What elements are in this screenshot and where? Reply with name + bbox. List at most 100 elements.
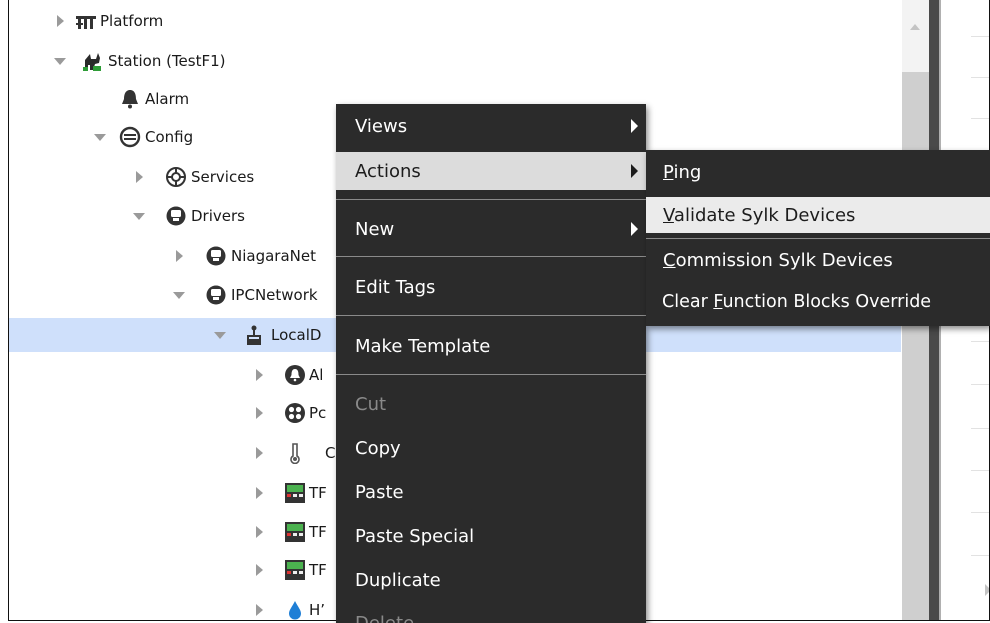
divider bbox=[971, 36, 989, 37]
context-menu: Views Actions New Edit Tags Make Templat… bbox=[336, 104, 646, 623]
divider bbox=[971, 341, 989, 342]
submenu-item-validate-sylk-devices[interactable]: Validate Sylk Devices bbox=[646, 197, 990, 233]
submenu-item-commission-sylk-devices[interactable]: Commission Sylk Devices bbox=[646, 242, 990, 278]
expand-arrow-icon[interactable] bbox=[254, 394, 264, 432]
device-icon bbox=[243, 324, 265, 346]
tree-item-label: Services bbox=[191, 168, 255, 186]
tree-item-label: TF bbox=[309, 561, 327, 579]
tree-item-label: Alarm bbox=[145, 90, 190, 108]
tree-item-label: Al bbox=[309, 366, 324, 384]
tree-item-label: IPCNetwork bbox=[231, 286, 318, 304]
menu-separator bbox=[646, 238, 990, 239]
alarm-circle-icon bbox=[284, 364, 306, 386]
driver-icon bbox=[165, 205, 187, 227]
expand-arrow-icon[interactable] bbox=[254, 434, 264, 472]
expand-arrow-icon[interactable] bbox=[134, 158, 144, 196]
driver-icon bbox=[205, 284, 227, 306]
submenu-arrow-icon bbox=[631, 119, 638, 133]
tree-item-label: TF bbox=[309, 484, 327, 502]
menu-item-label: Cut bbox=[355, 393, 387, 415]
expand-arrow-icon[interactable] bbox=[254, 356, 264, 394]
menu-item-label: Paste Special bbox=[355, 525, 475, 547]
platform-icon bbox=[75, 10, 97, 32]
collapse-arrow-icon[interactable] bbox=[214, 318, 226, 352]
menu-separator bbox=[336, 374, 646, 375]
menu-item-label: Views bbox=[355, 115, 408, 137]
label-suffix: alidate Sylk Devices bbox=[673, 204, 856, 226]
expand-arrow-icon[interactable] bbox=[55, 2, 65, 40]
expand-arrow-icon[interactable] bbox=[254, 474, 264, 512]
menu-item-label: New bbox=[355, 218, 395, 240]
menu-item-label: Copy bbox=[355, 437, 401, 459]
divider bbox=[971, 428, 989, 429]
divider bbox=[971, 77, 989, 78]
tree-item-label: Station (TestF1) bbox=[108, 52, 226, 70]
menu-separator bbox=[336, 256, 646, 257]
menu-item-actions[interactable]: Actions bbox=[336, 152, 646, 190]
submenu-arrow-icon bbox=[631, 164, 638, 178]
menu-item-edit-tags[interactable]: Edit Tags bbox=[336, 268, 646, 306]
submenu-item-label: Validate Sylk Devices bbox=[663, 205, 855, 226]
scroll-right-arrow-icon[interactable] bbox=[985, 584, 989, 596]
menu-item-views[interactable]: Views bbox=[336, 107, 646, 145]
water-drop-icon bbox=[284, 599, 306, 620]
tree-item-label: Drivers bbox=[191, 207, 245, 225]
bell-icon bbox=[119, 88, 141, 110]
submenu-item-ping[interactable]: Ping bbox=[646, 154, 990, 190]
collapse-arrow-icon[interactable] bbox=[173, 276, 185, 314]
tree-item-label: TF bbox=[309, 523, 327, 541]
menu-item-new[interactable]: New bbox=[336, 210, 646, 248]
gear-circle-icon bbox=[165, 166, 187, 188]
collapse-arrow-icon[interactable] bbox=[94, 118, 106, 156]
menu-item-label: Delete bbox=[355, 613, 414, 623]
menu-item-paste-special[interactable]: Paste Special bbox=[336, 517, 646, 555]
divider bbox=[971, 555, 989, 556]
expand-arrow-icon[interactable] bbox=[174, 237, 184, 275]
label-suffix: unction Blocks Override bbox=[722, 292, 932, 312]
mnemonic-char: P bbox=[663, 161, 674, 183]
expand-arrow-icon[interactable] bbox=[254, 591, 264, 620]
scroll-up-arrow-icon[interactable] bbox=[910, 24, 920, 30]
label-prefix: Clear bbox=[662, 292, 714, 312]
thermometer-icon bbox=[284, 442, 306, 465]
expand-arrow-icon[interactable] bbox=[254, 551, 264, 589]
menu-item-make-template[interactable]: Make Template bbox=[336, 327, 646, 365]
panel-icon bbox=[284, 521, 306, 543]
tree-item-label: LocalD bbox=[271, 326, 322, 344]
database-icon bbox=[119, 126, 141, 148]
tree-item-label: NiagaraNet bbox=[231, 247, 316, 265]
mnemonic-char: C bbox=[663, 249, 676, 271]
submenu-item-label: Clear Function Blocks Override bbox=[662, 292, 931, 312]
menu-item-label: Paste bbox=[355, 481, 404, 503]
divider bbox=[971, 384, 989, 385]
points-icon bbox=[284, 402, 306, 424]
collapse-arrow-icon[interactable] bbox=[133, 197, 145, 235]
station-icon bbox=[81, 50, 103, 72]
divider bbox=[971, 118, 989, 119]
menu-item-label: Edit Tags bbox=[355, 276, 436, 298]
submenu-item-label: Commission Sylk Devices bbox=[663, 250, 893, 271]
tree-item-label: H’ bbox=[309, 601, 326, 619]
collapse-arrow-icon[interactable] bbox=[54, 42, 66, 80]
menu-item-label: Make Template bbox=[355, 335, 491, 357]
menu-item-copy[interactable]: Copy bbox=[336, 429, 646, 467]
actions-submenu: Ping Validate Sylk Devices Commission Sy… bbox=[646, 150, 990, 326]
menu-item-duplicate[interactable]: Duplicate bbox=[336, 561, 646, 599]
tree-item-station[interactable]: Station (TestF1) bbox=[9, 42, 901, 80]
panel-icon bbox=[284, 559, 306, 581]
tree-item-label: Platform bbox=[100, 12, 164, 30]
label-suffix: ing bbox=[673, 161, 702, 183]
menu-item-cut[interactable]: Cut bbox=[336, 385, 646, 423]
label-suffix: ommission Sylk Devices bbox=[675, 249, 893, 271]
menu-item-delete[interactable]: Delete bbox=[336, 605, 646, 623]
tree-item-platform[interactable]: Platform bbox=[9, 2, 901, 40]
tree-item-label: Pc bbox=[309, 404, 327, 422]
menu-item-label: Actions bbox=[355, 160, 421, 182]
menu-item-label: Duplicate bbox=[355, 569, 441, 591]
expand-arrow-icon[interactable] bbox=[254, 513, 264, 551]
submenu-item-clear-function-blocks-override[interactable]: Clear Function Blocks Override bbox=[646, 284, 990, 320]
menu-item-paste[interactable]: Paste bbox=[336, 473, 646, 511]
panel-icon bbox=[284, 482, 306, 504]
submenu-arrow-icon bbox=[631, 222, 638, 236]
submenu-item-label: Ping bbox=[663, 162, 701, 183]
